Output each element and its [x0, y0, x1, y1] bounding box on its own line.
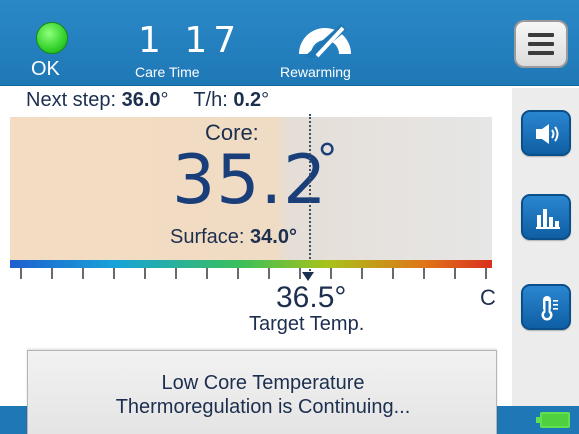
scale-tick [299, 268, 301, 279]
next-step-deg: ° [160, 89, 169, 111]
scale-tick [20, 268, 22, 279]
alert-detail: Thermoregulation is Continuing... [115, 396, 411, 418]
alert-message-box[interactable]: Low Core Temperature Thermoregulation is… [27, 350, 497, 434]
scale-ticks [10, 268, 492, 280]
status-text: OK [31, 58, 60, 80]
hamburger-menu-icon [528, 33, 554, 60]
bar-chart-icon [536, 209, 560, 229]
scale-tick [268, 268, 270, 279]
battery-icon [536, 412, 570, 428]
target-unit: C [480, 285, 496, 310]
surface-temperature: Surface: 34.0° [170, 226, 297, 249]
sound-button[interactable] [521, 110, 571, 156]
core-temperature-value: 35.2 [172, 141, 328, 220]
surface-value: 34.0 [250, 226, 289, 248]
care-time-value: 1 17 [138, 20, 243, 61]
scale-tick [82, 268, 84, 279]
scale-tick [423, 268, 425, 279]
temperature-scale-bar [10, 260, 492, 268]
menu-button[interactable] [514, 20, 568, 68]
target-marker-line [309, 114, 311, 274]
scale-tick [454, 268, 456, 279]
gauge-icon [299, 24, 351, 58]
top-bar: OK 1 17 Care Time Rewarming [0, 0, 579, 86]
care-time-label: Care Time [135, 64, 200, 80]
right-sidebar [512, 88, 579, 408]
rate-deg: ° [261, 89, 270, 111]
status-indicator-icon [36, 22, 68, 54]
trend-chart-button[interactable] [521, 194, 571, 240]
scale-tick [330, 268, 332, 279]
mode-label: Rewarming [280, 64, 351, 80]
scale-tick [237, 268, 239, 279]
rate-label: T/h: [193, 89, 228, 111]
surface-deg: ° [288, 226, 297, 248]
scale-tick [144, 268, 146, 279]
scale-tick [392, 268, 394, 279]
temperature-settings-button[interactable] [521, 284, 571, 330]
scale-tick [485, 268, 487, 279]
surface-label: Surface: [170, 226, 245, 248]
scale-tick [113, 268, 115, 279]
target-label: Target Temp. [249, 313, 365, 335]
thermometer-icon [541, 296, 558, 321]
scale-tick [175, 268, 177, 279]
scale-tick [361, 268, 363, 279]
scale-tick [206, 268, 208, 279]
speaker-icon [536, 124, 559, 144]
next-step-value: 36.0 [121, 89, 161, 111]
target-temperature: 36.5° [276, 281, 346, 315]
target-value: 36.5 [276, 281, 335, 314]
core-degree-symbol: ° [318, 133, 337, 185]
next-step-line: Next step: 36.0° T/h: 0.2° [26, 89, 269, 112]
next-step-label: Next step: [26, 89, 117, 111]
scale-tick [51, 268, 53, 279]
alert-title: Low Core Temperature [161, 372, 365, 394]
target-pointer-icon [302, 272, 314, 281]
target-deg: ° [334, 281, 347, 314]
rate-value: 0.2 [233, 89, 262, 111]
